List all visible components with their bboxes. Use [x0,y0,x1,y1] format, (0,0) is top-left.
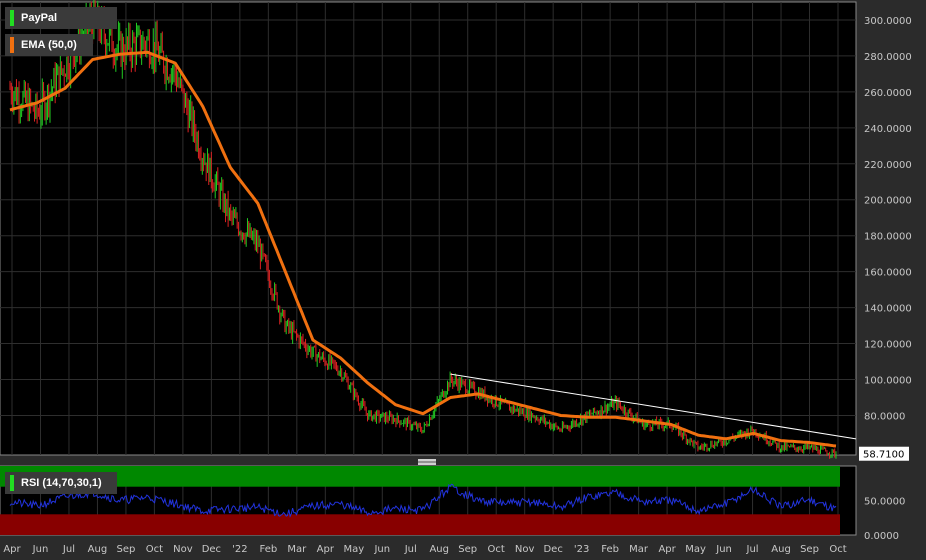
price-y-tick-label: 260.0000 [864,88,912,99]
x-tick-label: Apr [658,544,676,555]
price-plot-area [0,1,857,456]
price-y-tick-label: 140.0000 [864,304,912,315]
price-y-tick-label: 100.0000 [864,376,912,387]
rsi-legend-swatch [10,475,14,491]
ema-legend-swatch [10,37,14,53]
x-tick-label: Jul [746,544,759,555]
x-tick-label: Dec [543,544,562,555]
rsi-y-tick-label: 50.0000 [864,497,905,508]
x-tick-label: Jun [32,544,49,555]
x-tick-label: Jul [62,544,75,555]
rsi-legend[interactable]: RSI (14,70,30,1) [5,472,117,494]
x-tick-label: Feb [601,544,619,555]
price-y-tick-label: 80.0000 [864,411,905,422]
price-y-tick-label: 200.0000 [864,196,912,207]
x-tick-label: Aug [771,544,791,555]
rsi-legend-label: RSI (14,70,30,1) [21,477,102,489]
x-tick-label: Aug [88,544,108,555]
x-tick-label: May [343,544,364,555]
x-tick-label: Nov [515,544,535,555]
chart-canvas: 300.0000 280.0000 260.0000 240.0000 220.0000… [0,0,912,555]
x-tick-label: Dec [202,544,221,555]
x-tick-label: Sep [117,544,136,555]
price-y-tick-label: 180.0000 [864,232,912,243]
rsi-y-tick-label: 0.0000 [864,531,899,542]
price-y-tick-label: 240.0000 [864,124,912,135]
rsi-overbought-zone [0,466,840,487]
price-y-tick-label: 160.0000 [864,268,912,279]
x-tick-label: Jul [404,544,417,555]
price-panel: 300.0000 280.0000 260.0000 240.0000 220.0000… [0,0,912,461]
price-legend-swatch [10,10,14,26]
x-axis: Apr Jun Jul Aug Sep Oct Nov Dec '22 Feb Mar Apr May J… [3,544,846,555]
x-tick-label: Feb [259,544,277,555]
x-tick-label: Nov [173,544,193,555]
x-tick-label: Oct [146,544,163,555]
x-tick-label: '23 [574,544,589,555]
price-legend[interactable]: PayPal Holdings [5,7,117,46]
x-tick-label: Mar [287,544,307,555]
x-tick-label: Mar [629,544,649,555]
ema-legend[interactable]: EMA (50,0) [5,34,93,56]
x-tick-label: Sep [800,544,819,555]
ema-legend-label: EMA (50,0) [21,39,77,51]
price-y-tick-label: 280.0000 [864,52,912,63]
rsi-oversold-zone [0,514,840,535]
x-tick-label: Apr [317,544,335,555]
x-tick-label: Jun [373,544,390,555]
x-tick-label: Sep [458,544,477,555]
price-y-tick-label: 120.0000 [864,340,912,351]
x-tick-label: Apr [3,544,21,555]
x-tick-label: Oct [829,544,846,555]
x-tick-label: Jun [715,544,732,555]
x-tick-label: '22 [232,544,247,555]
x-tick-label: Aug [429,544,449,555]
x-tick-label: May [685,544,706,555]
last-price-label: 58.7100 [863,450,904,461]
price-y-tick-label: 300.0000 [864,16,912,27]
x-tick-label: Oct [488,544,505,555]
rsi-panel: 50.0000 0.0000 [0,465,905,542]
price-y-tick-label: 220.0000 [864,160,912,171]
